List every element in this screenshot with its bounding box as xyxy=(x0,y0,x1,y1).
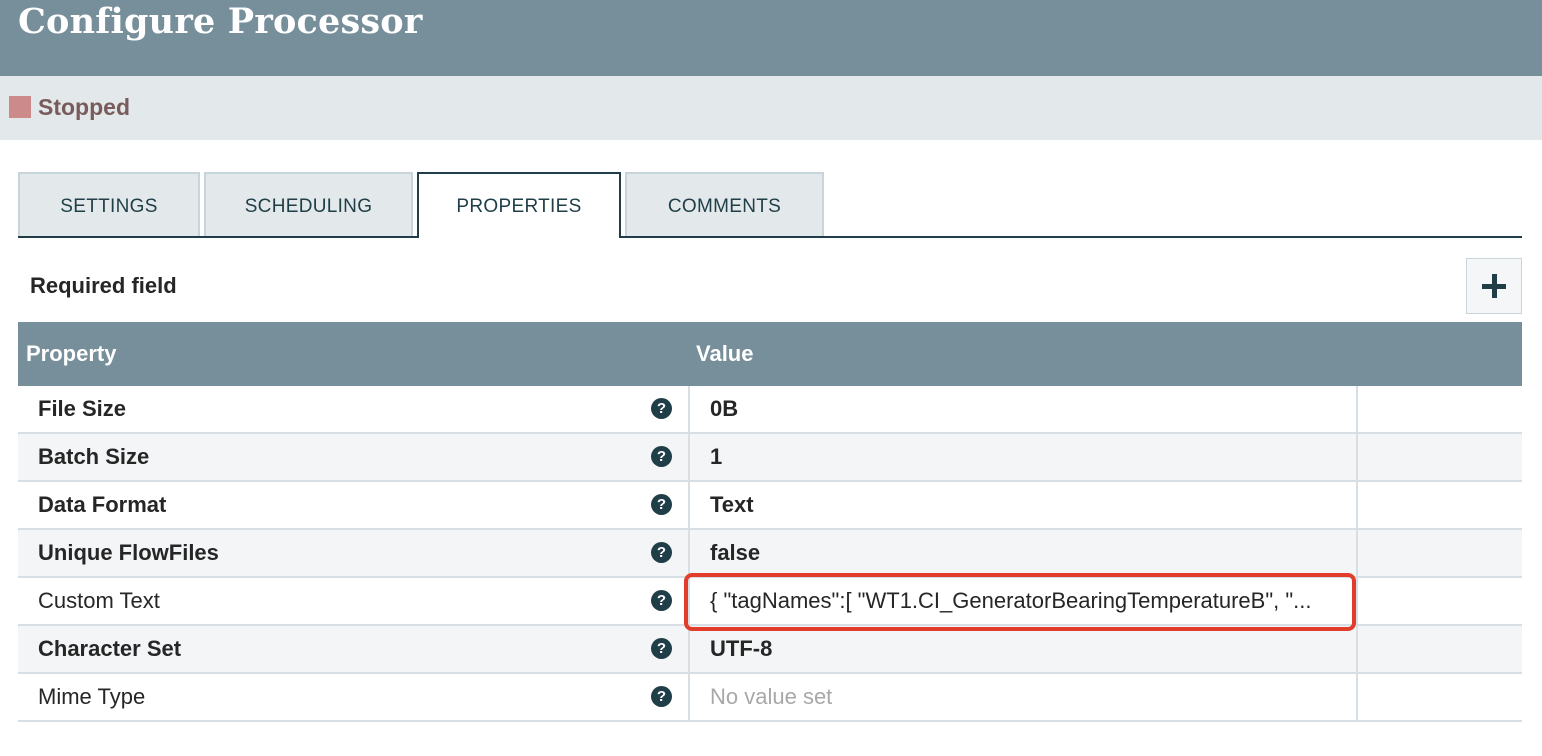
property-name: Mime Type xyxy=(38,684,146,709)
required-field-label: Required field xyxy=(30,273,177,298)
table-row: Mime Type ? No value set xyxy=(18,674,1522,722)
property-name: Character Set xyxy=(38,636,182,661)
tab-properties[interactable]: PROPERTIES xyxy=(417,172,621,238)
property-value[interactable]: { "tagNames":[ "WT1.CI_GeneratorBearingT… xyxy=(710,578,1340,624)
property-value[interactable]: 0B xyxy=(710,386,1340,432)
tab-comments[interactable]: COMMENTS xyxy=(625,172,824,236)
help-icon[interactable]: ? xyxy=(651,446,672,467)
help-icon[interactable]: ? xyxy=(651,686,672,707)
property-name: Custom Text xyxy=(38,588,160,613)
table-header: Property Value xyxy=(18,322,1522,386)
property-name: File Size xyxy=(38,396,127,421)
status-label: Stopped xyxy=(38,94,130,120)
tab-strip-divider xyxy=(18,236,1522,238)
property-name: Batch Size xyxy=(38,444,150,469)
stopped-icon xyxy=(9,96,31,118)
table-row: Character Set ? UTF-8 xyxy=(18,626,1522,674)
table-row: File Size ? 0B xyxy=(18,386,1522,434)
status-bar xyxy=(0,76,1542,140)
dialog-header: Configure Processor xyxy=(0,0,1542,76)
property-name: Unique FlowFiles xyxy=(38,540,219,565)
column-header-property[interactable]: Property xyxy=(26,322,116,386)
table-row: Batch Size ? 1 xyxy=(18,434,1522,482)
dialog-title: Configure Processor xyxy=(18,1,423,42)
property-value[interactable]: Text xyxy=(710,482,1340,528)
table-row: Data Format ? Text xyxy=(18,482,1522,530)
help-icon[interactable]: ? xyxy=(651,638,672,659)
property-value[interactable]: No value set xyxy=(710,674,1340,720)
property-value[interactable]: UTF-8 xyxy=(710,626,1340,672)
column-header-value[interactable]: Value xyxy=(696,322,753,386)
tab-settings[interactable]: SETTINGS xyxy=(18,172,200,236)
property-value[interactable]: false xyxy=(710,530,1340,576)
table-row: Custom Text ? { "tagNames":[ "WT1.CI_Gen… xyxy=(18,578,1522,626)
table-row: Unique FlowFiles ? false xyxy=(18,530,1522,578)
properties-table: Property Value File Size ? 0B Batch Size… xyxy=(18,322,1522,722)
help-icon[interactable]: ? xyxy=(651,494,672,515)
tab-scheduling[interactable]: SCHEDULING xyxy=(204,172,413,236)
help-icon[interactable]: ? xyxy=(651,590,672,611)
help-icon[interactable]: ? xyxy=(651,398,672,419)
help-icon[interactable]: ? xyxy=(651,542,672,563)
property-name: Data Format xyxy=(38,492,167,517)
property-value[interactable]: 1 xyxy=(710,434,1340,480)
add-property-button[interactable] xyxy=(1466,258,1522,314)
